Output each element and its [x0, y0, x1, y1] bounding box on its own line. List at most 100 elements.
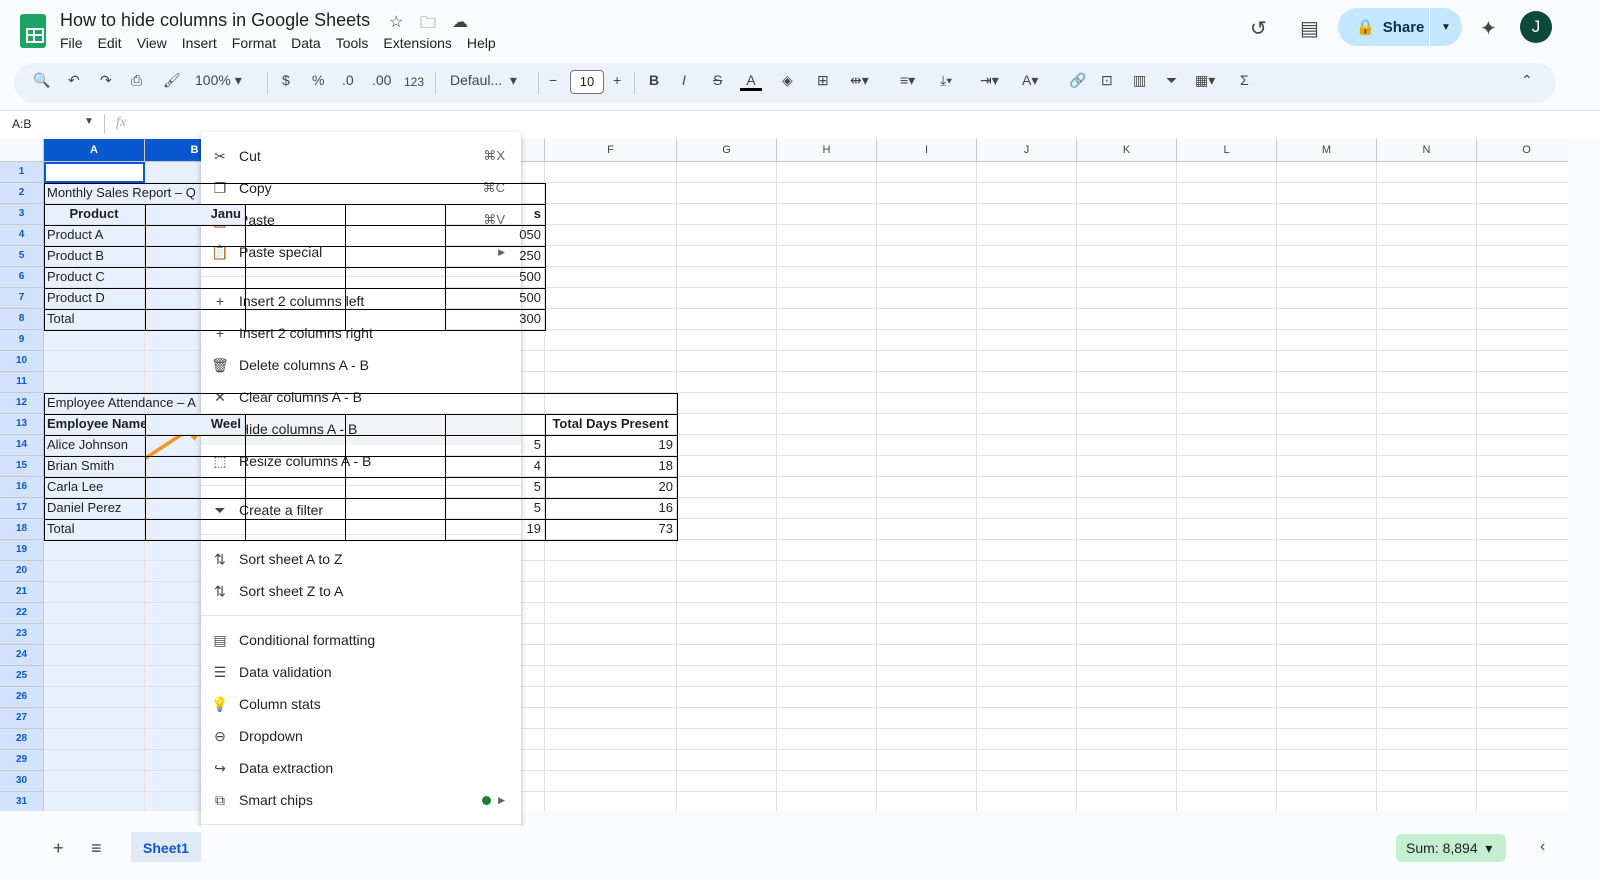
cell[interactable] — [777, 708, 877, 729]
cell[interactable] — [1377, 267, 1477, 288]
cell[interactable] — [977, 246, 1077, 267]
italic-button[interactable]: I — [682, 72, 686, 88]
cell[interactable] — [877, 288, 977, 309]
cell[interactable] — [877, 162, 977, 183]
cell[interactable] — [777, 666, 877, 687]
cell[interactable] — [1177, 540, 1277, 561]
cell[interactable] — [1077, 330, 1177, 351]
cell[interactable] — [777, 330, 877, 351]
column-header-m[interactable]: M — [1277, 139, 1377, 162]
align-icon[interactable]: ≡▾ — [900, 72, 915, 89]
cell[interactable] — [877, 603, 977, 624]
cell[interactable] — [877, 456, 977, 477]
cell[interactable] — [44, 687, 145, 708]
cell[interactable] — [777, 204, 877, 225]
print-icon[interactable]: ⎙ — [131, 72, 142, 89]
cell[interactable] — [1477, 330, 1568, 351]
cell[interactable] — [1177, 477, 1277, 498]
cell[interactable] — [1277, 330, 1377, 351]
cell[interactable] — [1477, 792, 1568, 811]
cell[interactable]: 500 — [445, 267, 545, 288]
filter-icon[interactable]: ⏷ — [1166, 72, 1177, 89]
menu-item-sort-sheet-z-to-a[interactable]: ⇅ Sort sheet Z to A — [201, 575, 521, 607]
cell[interactable]: 5 — [445, 498, 545, 519]
cell[interactable] — [1277, 603, 1377, 624]
cell[interactable] — [777, 309, 877, 330]
cell[interactable] — [1177, 267, 1277, 288]
cell[interactable] — [1277, 582, 1377, 603]
font-size-input[interactable]: 10 — [570, 70, 604, 94]
cell[interactable] — [1077, 666, 1177, 687]
cell[interactable] — [44, 624, 145, 645]
cell[interactable] — [1477, 246, 1568, 267]
cell[interactable] — [1177, 246, 1277, 267]
cell[interactable]: s — [445, 204, 545, 225]
undo-icon[interactable]: ↶ — [68, 72, 80, 89]
cell[interactable] — [545, 267, 677, 288]
cell[interactable] — [1377, 288, 1477, 309]
cell[interactable] — [1477, 498, 1568, 519]
cell[interactable] — [1077, 498, 1177, 519]
cell[interactable] — [977, 519, 1077, 540]
cell[interactable] — [677, 204, 777, 225]
cell[interactable] — [977, 435, 1077, 456]
cell[interactable] — [1077, 351, 1177, 372]
cell[interactable]: Total Days Present — [545, 414, 677, 435]
cell[interactable] — [977, 687, 1077, 708]
cell[interactable] — [545, 624, 677, 645]
cell[interactable] — [1477, 393, 1568, 414]
cell[interactable] — [677, 666, 777, 687]
cell[interactable]: Carla Lee — [44, 477, 145, 498]
cell[interactable] — [677, 792, 777, 811]
cell[interactable] — [1377, 687, 1477, 708]
row-header[interactable]: 30 — [0, 771, 44, 792]
cell[interactable] — [1477, 540, 1568, 561]
font-select[interactable]: Defaul... ▾ — [450, 72, 517, 89]
avatar[interactable]: J — [1520, 11, 1552, 43]
cell[interactable] — [1177, 288, 1277, 309]
cell[interactable] — [777, 246, 877, 267]
menu-extensions[interactable]: Extensions — [383, 35, 458, 51]
row-header[interactable]: 18 — [0, 519, 44, 540]
cell[interactable] — [1477, 666, 1568, 687]
column-header-h[interactable]: H — [777, 139, 877, 162]
share-button[interactable]: 🔒 Share ▼ — [1338, 8, 1462, 46]
cell[interactable] — [877, 687, 977, 708]
cell[interactable] — [977, 330, 1077, 351]
number-format-button[interactable]: 123 — [404, 75, 424, 89]
cell[interactable]: Employee Name — [44, 414, 147, 435]
cell[interactable] — [1477, 624, 1568, 645]
cell[interactable] — [1077, 561, 1177, 582]
cell[interactable] — [1277, 351, 1377, 372]
cell[interactable] — [1277, 750, 1377, 771]
cell[interactable] — [977, 729, 1077, 750]
share-dropdown-icon[interactable]: ▼ — [1430, 22, 1462, 33]
cell[interactable] — [777, 519, 877, 540]
cell[interactable] — [545, 162, 677, 183]
cell[interactable] — [677, 162, 777, 183]
cell[interactable] — [1477, 687, 1568, 708]
cell[interactable]: 250 — [445, 246, 545, 267]
row-header[interactable]: 2 — [0, 183, 44, 204]
cell[interactable] — [977, 162, 1077, 183]
cell[interactable] — [545, 750, 677, 771]
row-header[interactable]: 14 — [0, 435, 44, 456]
cell[interactable] — [677, 456, 777, 477]
cell[interactable] — [44, 708, 145, 729]
cell[interactable] — [777, 393, 877, 414]
cell[interactable] — [777, 183, 877, 204]
paint-format-icon[interactable]: 🖌 — [163, 72, 181, 89]
font-size-increase-button[interactable]: + — [613, 72, 621, 88]
cell[interactable] — [677, 498, 777, 519]
cell[interactable] — [777, 267, 877, 288]
cell[interactable] — [1177, 771, 1277, 792]
cell[interactable] — [777, 582, 877, 603]
cell[interactable]: Product D — [44, 288, 145, 309]
cell[interactable] — [1277, 771, 1377, 792]
cell[interactable] — [777, 414, 877, 435]
cell[interactable] — [677, 351, 777, 372]
cell[interactable] — [677, 519, 777, 540]
cell[interactable] — [1277, 204, 1377, 225]
cell[interactable] — [44, 645, 145, 666]
cell[interactable] — [977, 750, 1077, 771]
